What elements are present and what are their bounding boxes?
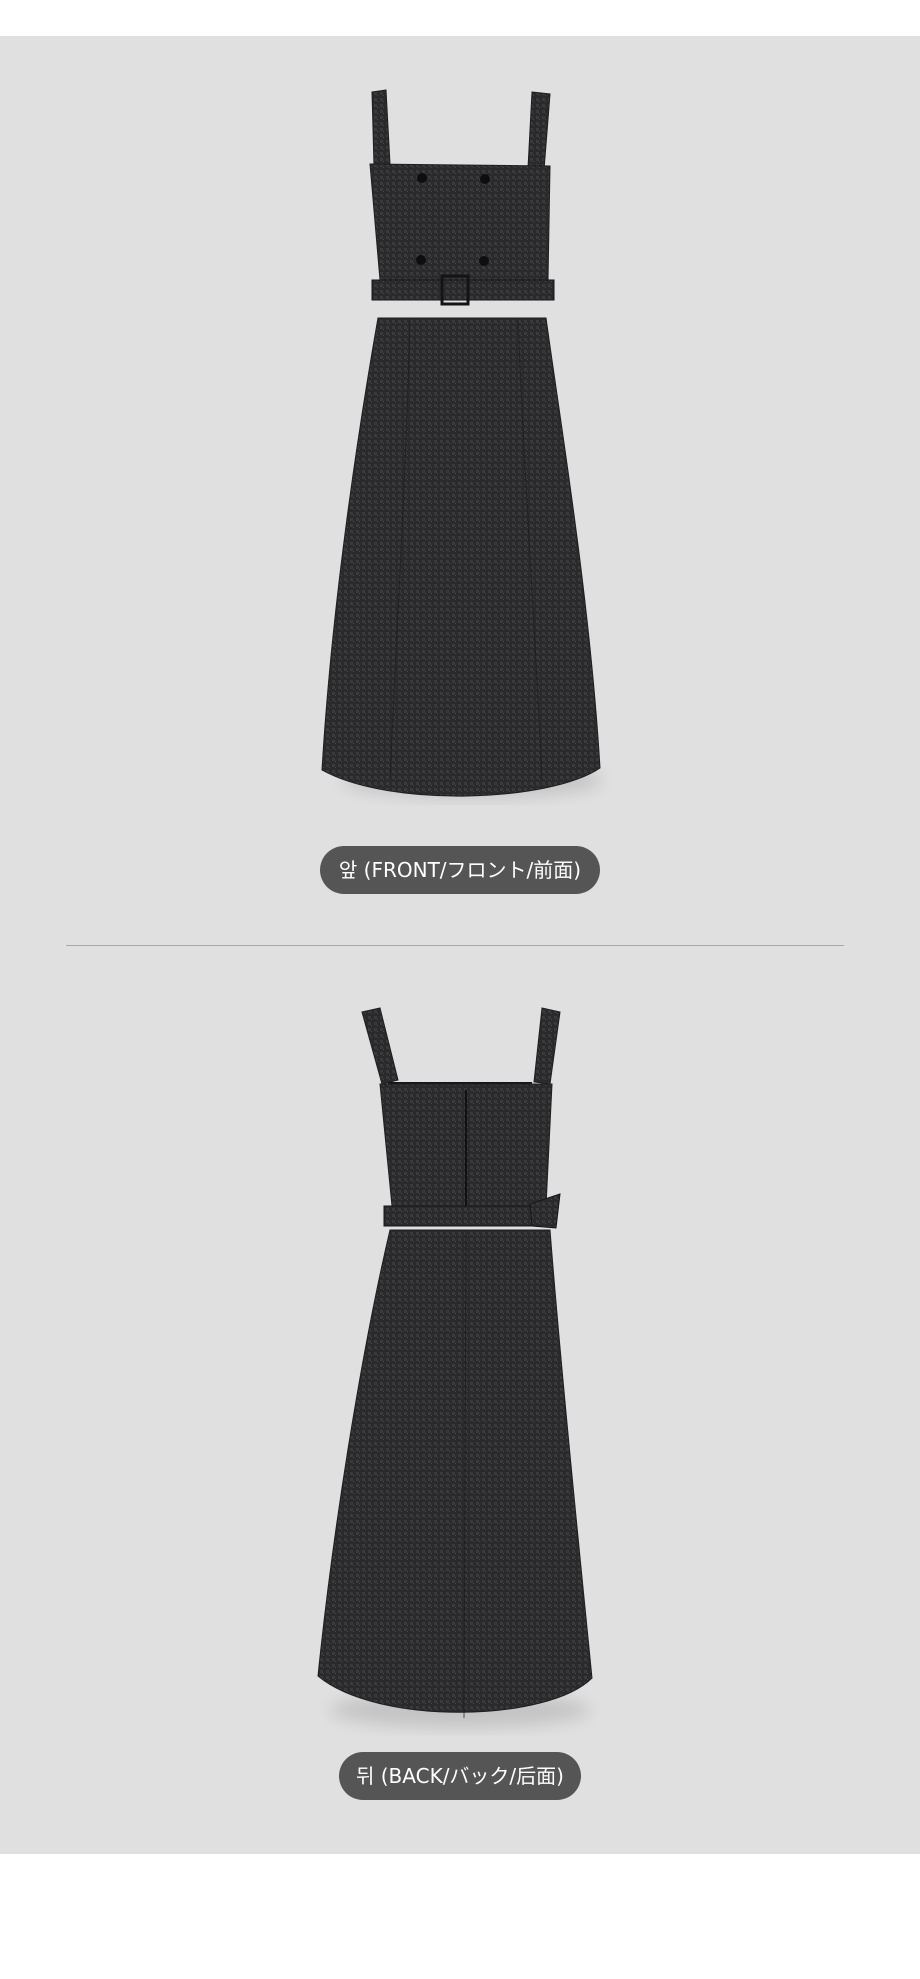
dress-front-image xyxy=(260,80,660,820)
back-view-label-text: 뒤 (BACK/バック/后面) xyxy=(356,1764,564,1788)
top-margin xyxy=(0,0,920,36)
bottom-margin xyxy=(0,1854,920,1979)
back-view-label: 뒤 (BACK/バック/后面) xyxy=(339,1752,581,1800)
dress-back-image xyxy=(260,998,660,1738)
front-view-label: 앞 (FRONT/フロント/前面) xyxy=(320,846,600,894)
section-divider xyxy=(66,945,844,946)
front-view-label-text: 앞 (FRONT/フロント/前面) xyxy=(338,858,582,882)
